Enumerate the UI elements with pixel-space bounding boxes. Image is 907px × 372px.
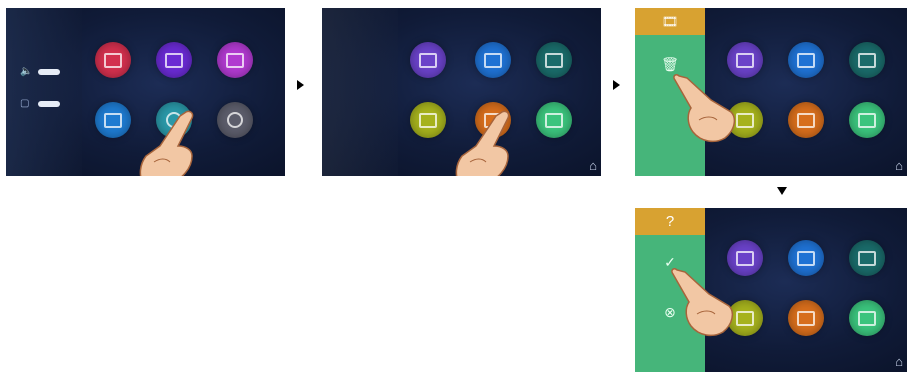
speaker-volume-control[interactable]: 🔈 <box>20 66 60 78</box>
screen-media-menu: ⌂ <box>322 8 601 176</box>
video-icon[interactable] <box>788 102 824 138</box>
screen-delete-confirm: ? ✓ ⊗ ⌂ <box>635 208 907 372</box>
film-icon[interactable]: 🎞 <box>662 14 679 30</box>
menu-header: ? <box>635 208 705 235</box>
location-icon[interactable] <box>217 42 253 78</box>
hand-pointer-icon <box>455 110 510 176</box>
music-icon[interactable] <box>410 42 446 78</box>
hand-pointer-icon <box>139 110 194 176</box>
power-icon[interactable] <box>217 102 253 138</box>
hand-pointer-icon <box>673 74 736 143</box>
screen-main-menu: 🔈 ▢ <box>6 8 285 176</box>
home-icon[interactable]: ⌂ <box>589 158 597 173</box>
video-record-icon[interactable] <box>788 240 824 276</box>
mic-volume-bar[interactable] <box>38 101 60 107</box>
volume-panel: 🔈 ▢ <box>6 8 82 176</box>
file-icon[interactable] <box>536 102 572 138</box>
monitor-icon[interactable] <box>95 102 131 138</box>
left-panel <box>322 8 398 176</box>
arrow-down-icon <box>777 187 787 195</box>
hand-pointer-icon <box>671 268 734 337</box>
home-icon[interactable]: ⌂ <box>895 158 903 173</box>
menu-header: 🎞 <box>635 8 705 35</box>
intercom-icon[interactable] <box>95 42 131 78</box>
home-icon[interactable]: ⌂ <box>895 354 903 369</box>
camera-icon[interactable] <box>849 240 885 276</box>
video-icon[interactable] <box>788 300 824 336</box>
question-icon: ? <box>665 213 675 230</box>
mic-volume-control[interactable]: ▢ <box>20 98 60 110</box>
camera-icon[interactable] <box>536 42 572 78</box>
video-record-icon[interactable] <box>788 42 824 78</box>
file-icon[interactable] <box>849 300 885 336</box>
mic-icon: ▢ <box>20 98 30 109</box>
photo-icon[interactable] <box>410 102 446 138</box>
arrow-right-icon <box>297 80 304 90</box>
screen-media-side-menu: 🎞 🗑 ⌂ <box>635 8 907 176</box>
camera-icon[interactable] <box>849 42 885 78</box>
video-record-icon[interactable] <box>475 42 511 78</box>
speaker-icon: 🔈 <box>20 66 33 77</box>
settings-icon[interactable] <box>156 42 192 78</box>
speaker-volume-bar[interactable] <box>38 69 60 75</box>
file-icon[interactable] <box>849 102 885 138</box>
arrow-right-icon <box>613 80 620 90</box>
